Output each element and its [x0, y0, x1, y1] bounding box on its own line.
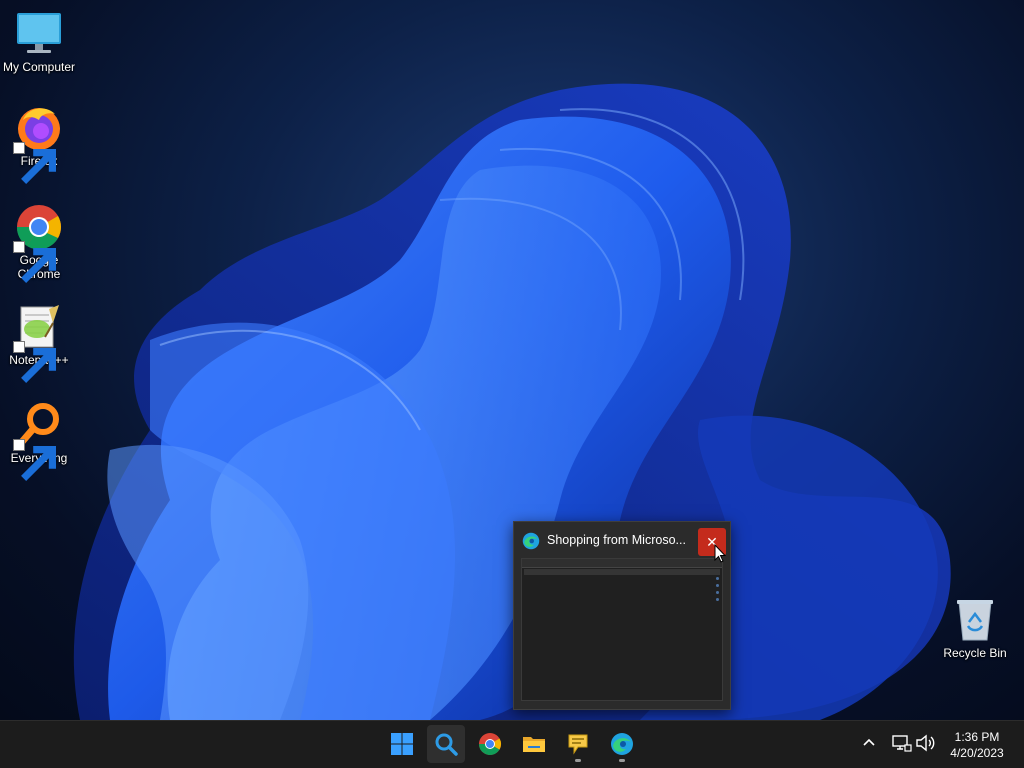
- desktop-icon-notepadpp[interactable]: Notepad++: [0, 303, 78, 383]
- tray-network[interactable]: [890, 732, 912, 754]
- edge-icon: [522, 532, 540, 550]
- taskbar-start-button[interactable]: [383, 725, 421, 763]
- desktop-icon-firefox[interactable]: Firefox: [0, 104, 78, 184]
- clock-date: 4/20/2023: [950, 746, 1004, 760]
- taskbar-chat-button[interactable]: [559, 725, 597, 763]
- network-icon: [892, 735, 912, 752]
- taskbar-file-explorer-button[interactable]: [515, 725, 553, 763]
- wallpaper-bloom: [73, 83, 951, 720]
- preview-tab-strip: [522, 559, 722, 568]
- running-indicator: [575, 759, 581, 762]
- running-indicator: [619, 759, 625, 762]
- recycle-bin-icon: [957, 600, 993, 641]
- chrome-icon: [479, 733, 501, 755]
- tray-volume[interactable]: [914, 732, 936, 754]
- folder-icon: [523, 737, 545, 752]
- taskbar-chrome-button[interactable]: [471, 725, 509, 763]
- taskbar-edge-button[interactable]: [603, 725, 641, 763]
- preview-address-bar: [524, 569, 720, 575]
- desktop[interactable]: My Computer Firefox Google Chrome Notepa…: [0, 0, 1024, 720]
- volume-icon: [916, 734, 935, 752]
- shortcut-arrow-icon: [13, 439, 56, 481]
- chevron-up-icon: [863, 738, 875, 746]
- preview-sidebar: [713, 573, 721, 698]
- monitor-icon: [17, 13, 61, 53]
- taskbar-clock[interactable]: 1:36 PM 4/20/2023: [940, 729, 1014, 761]
- desktop-icon-google-chrome[interactable]: Google Chrome: [0, 203, 78, 283]
- desktop-icon-recycle-bin[interactable]: Recycle Bin: [936, 596, 1014, 660]
- shortcut-arrow-icon: [13, 341, 56, 383]
- shortcut-arrow-icon: [13, 241, 56, 283]
- preview-title: Shopping from Microso...: [547, 533, 686, 547]
- edge-icon: [611, 733, 633, 755]
- clock-time: 1:36 PM: [954, 730, 1000, 744]
- taskbar-thumbnail-preview[interactable]: Shopping from Microso... ✕: [513, 521, 731, 710]
- mouse-cursor-icon: [714, 544, 726, 563]
- desktop-icon-label: My Computer: [2, 60, 76, 74]
- taskbar-everything-button[interactable]: [427, 725, 465, 763]
- tray-overflow-chevron[interactable]: [858, 732, 880, 754]
- windows-start-icon: [391, 733, 413, 755]
- everything-search-icon: [435, 733, 458, 756]
- preview-window-thumbnail[interactable]: [521, 558, 723, 701]
- shortcut-arrow-icon: [13, 142, 56, 184]
- taskbar: 1:36 PM 4/20/2023: [0, 720, 1024, 768]
- desktop-icon-my-computer[interactable]: My Computer: [0, 10, 78, 74]
- desktop-icon-everything[interactable]: Everything: [0, 401, 78, 481]
- chat-bubble-icon: [568, 734, 588, 755]
- desktop-icon-label: Recycle Bin: [943, 646, 1007, 660]
